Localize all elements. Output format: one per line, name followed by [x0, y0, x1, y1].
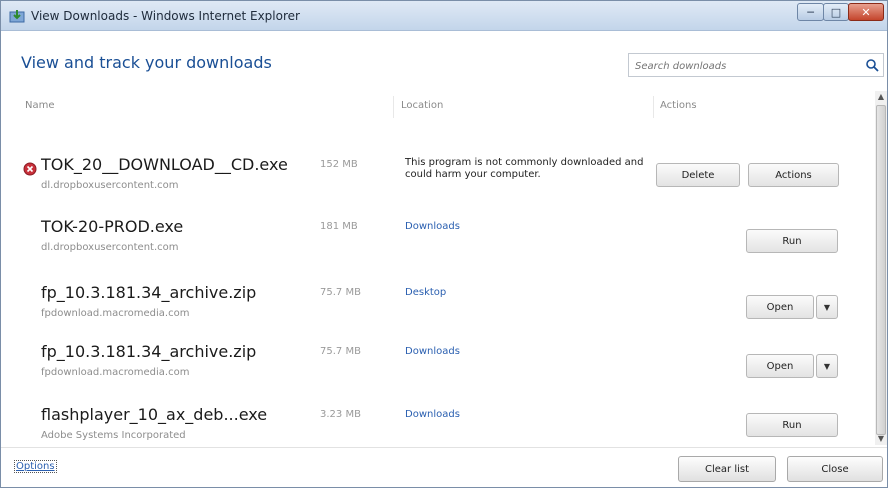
warning-icon — [23, 162, 37, 176]
window-title: View Downloads - Windows Internet Explor… — [31, 9, 300, 23]
clear-list-button[interactable]: Clear list — [678, 456, 776, 482]
column-header-name[interactable]: Name — [25, 100, 55, 111]
run-button[interactable]: Run — [746, 413, 838, 437]
file-name[interactable]: TOK_20__DOWNLOAD__CD.exe — [41, 155, 288, 174]
close-button[interactable]: Close — [787, 456, 883, 482]
scroll-up-icon[interactable]: ▲ — [875, 91, 887, 103]
delete-button[interactable]: Delete — [656, 163, 740, 187]
downloads-window: View Downloads - Windows Internet Explor… — [0, 0, 888, 488]
download-row[interactable]: TOK_20__DOWNLOAD__CD.exe dl.dropboxuserc… — [1, 155, 873, 221]
file-source: fpdownload.macromedia.com — [41, 308, 190, 319]
open-dropdown-button[interactable]: ▼ — [816, 295, 838, 319]
file-name[interactable]: fp_10.3.181.34_archive.zip — [41, 342, 256, 361]
column-header-actions[interactable]: Actions — [660, 100, 697, 111]
chevron-down-icon: ▼ — [823, 302, 831, 312]
options-link[interactable]: Options — [14, 460, 57, 473]
file-location-link[interactable]: Downloads — [405, 221, 460, 232]
file-name[interactable]: flashplayer_10_ax_deb...exe — [41, 405, 267, 424]
file-source: dl.dropboxusercontent.com — [41, 180, 179, 191]
file-source: fpdownload.macromedia.com — [41, 367, 190, 378]
scroll-down-icon[interactable]: ▼ — [875, 433, 887, 445]
download-row[interactable]: fp_10.3.181.34_archive.zip fpdownload.ma… — [1, 342, 873, 408]
page-title: View and track your downloads — [21, 53, 272, 72]
scroll-thumb[interactable] — [876, 105, 886, 435]
file-source: dl.dropboxusercontent.com — [41, 242, 179, 253]
download-row[interactable]: flashplayer_10_ax_deb...exe Adobe System… — [1, 405, 873, 445]
download-row[interactable]: TOK-20-PROD.exe dl.dropboxusercontent.co… — [1, 217, 873, 283]
file-size: 75.7 MB — [320, 287, 361, 298]
column-header-location[interactable]: Location — [401, 100, 443, 111]
minimize-icon: ─ — [807, 5, 814, 19]
open-button[interactable]: Open — [746, 354, 814, 378]
file-source: Adobe Systems Incorporated — [41, 430, 186, 441]
file-size: 152 MB — [320, 159, 358, 170]
file-size: 3.23 MB — [320, 409, 361, 420]
title-bar[interactable]: View Downloads - Windows Internet Explor… — [1, 1, 887, 31]
vertical-scrollbar[interactable]: ▲ ▼ — [875, 91, 887, 445]
search-input[interactable] — [629, 55, 849, 78]
file-size: 75.7 MB — [320, 346, 361, 357]
file-size: 181 MB — [320, 221, 358, 232]
ie-downloads-icon — [9, 10, 25, 23]
footer-bar: Options Clear list Close — [1, 447, 887, 487]
actions-button[interactable]: Actions — [748, 163, 839, 187]
minimize-button[interactable]: ─ — [797, 3, 824, 21]
file-location-link[interactable]: Desktop — [405, 287, 446, 298]
file-name[interactable]: TOK-20-PROD.exe — [41, 217, 183, 236]
search-box[interactable] — [628, 53, 884, 78]
column-divider — [393, 96, 394, 118]
close-icon: ✕ — [861, 5, 871, 19]
column-divider — [653, 96, 654, 118]
maximize-button[interactable]: □ — [823, 3, 849, 21]
file-location-link[interactable]: Downloads — [405, 409, 460, 420]
run-button[interactable]: Run — [746, 229, 838, 253]
download-row[interactable]: fp_10.3.181.34_archive.zip fpdownload.ma… — [1, 283, 873, 349]
search-icon[interactable] — [865, 58, 879, 72]
security-warning-text: This program is not commonly downloaded … — [405, 157, 644, 180]
file-name[interactable]: fp_10.3.181.34_archive.zip — [41, 283, 256, 302]
open-button[interactable]: Open — [746, 295, 814, 319]
chevron-down-icon: ▼ — [823, 361, 831, 371]
file-location-link[interactable]: Downloads — [405, 346, 460, 357]
maximize-icon: □ — [830, 5, 842, 19]
open-dropdown-button[interactable]: ▼ — [816, 354, 838, 378]
close-window-button[interactable]: ✕ — [848, 3, 884, 21]
